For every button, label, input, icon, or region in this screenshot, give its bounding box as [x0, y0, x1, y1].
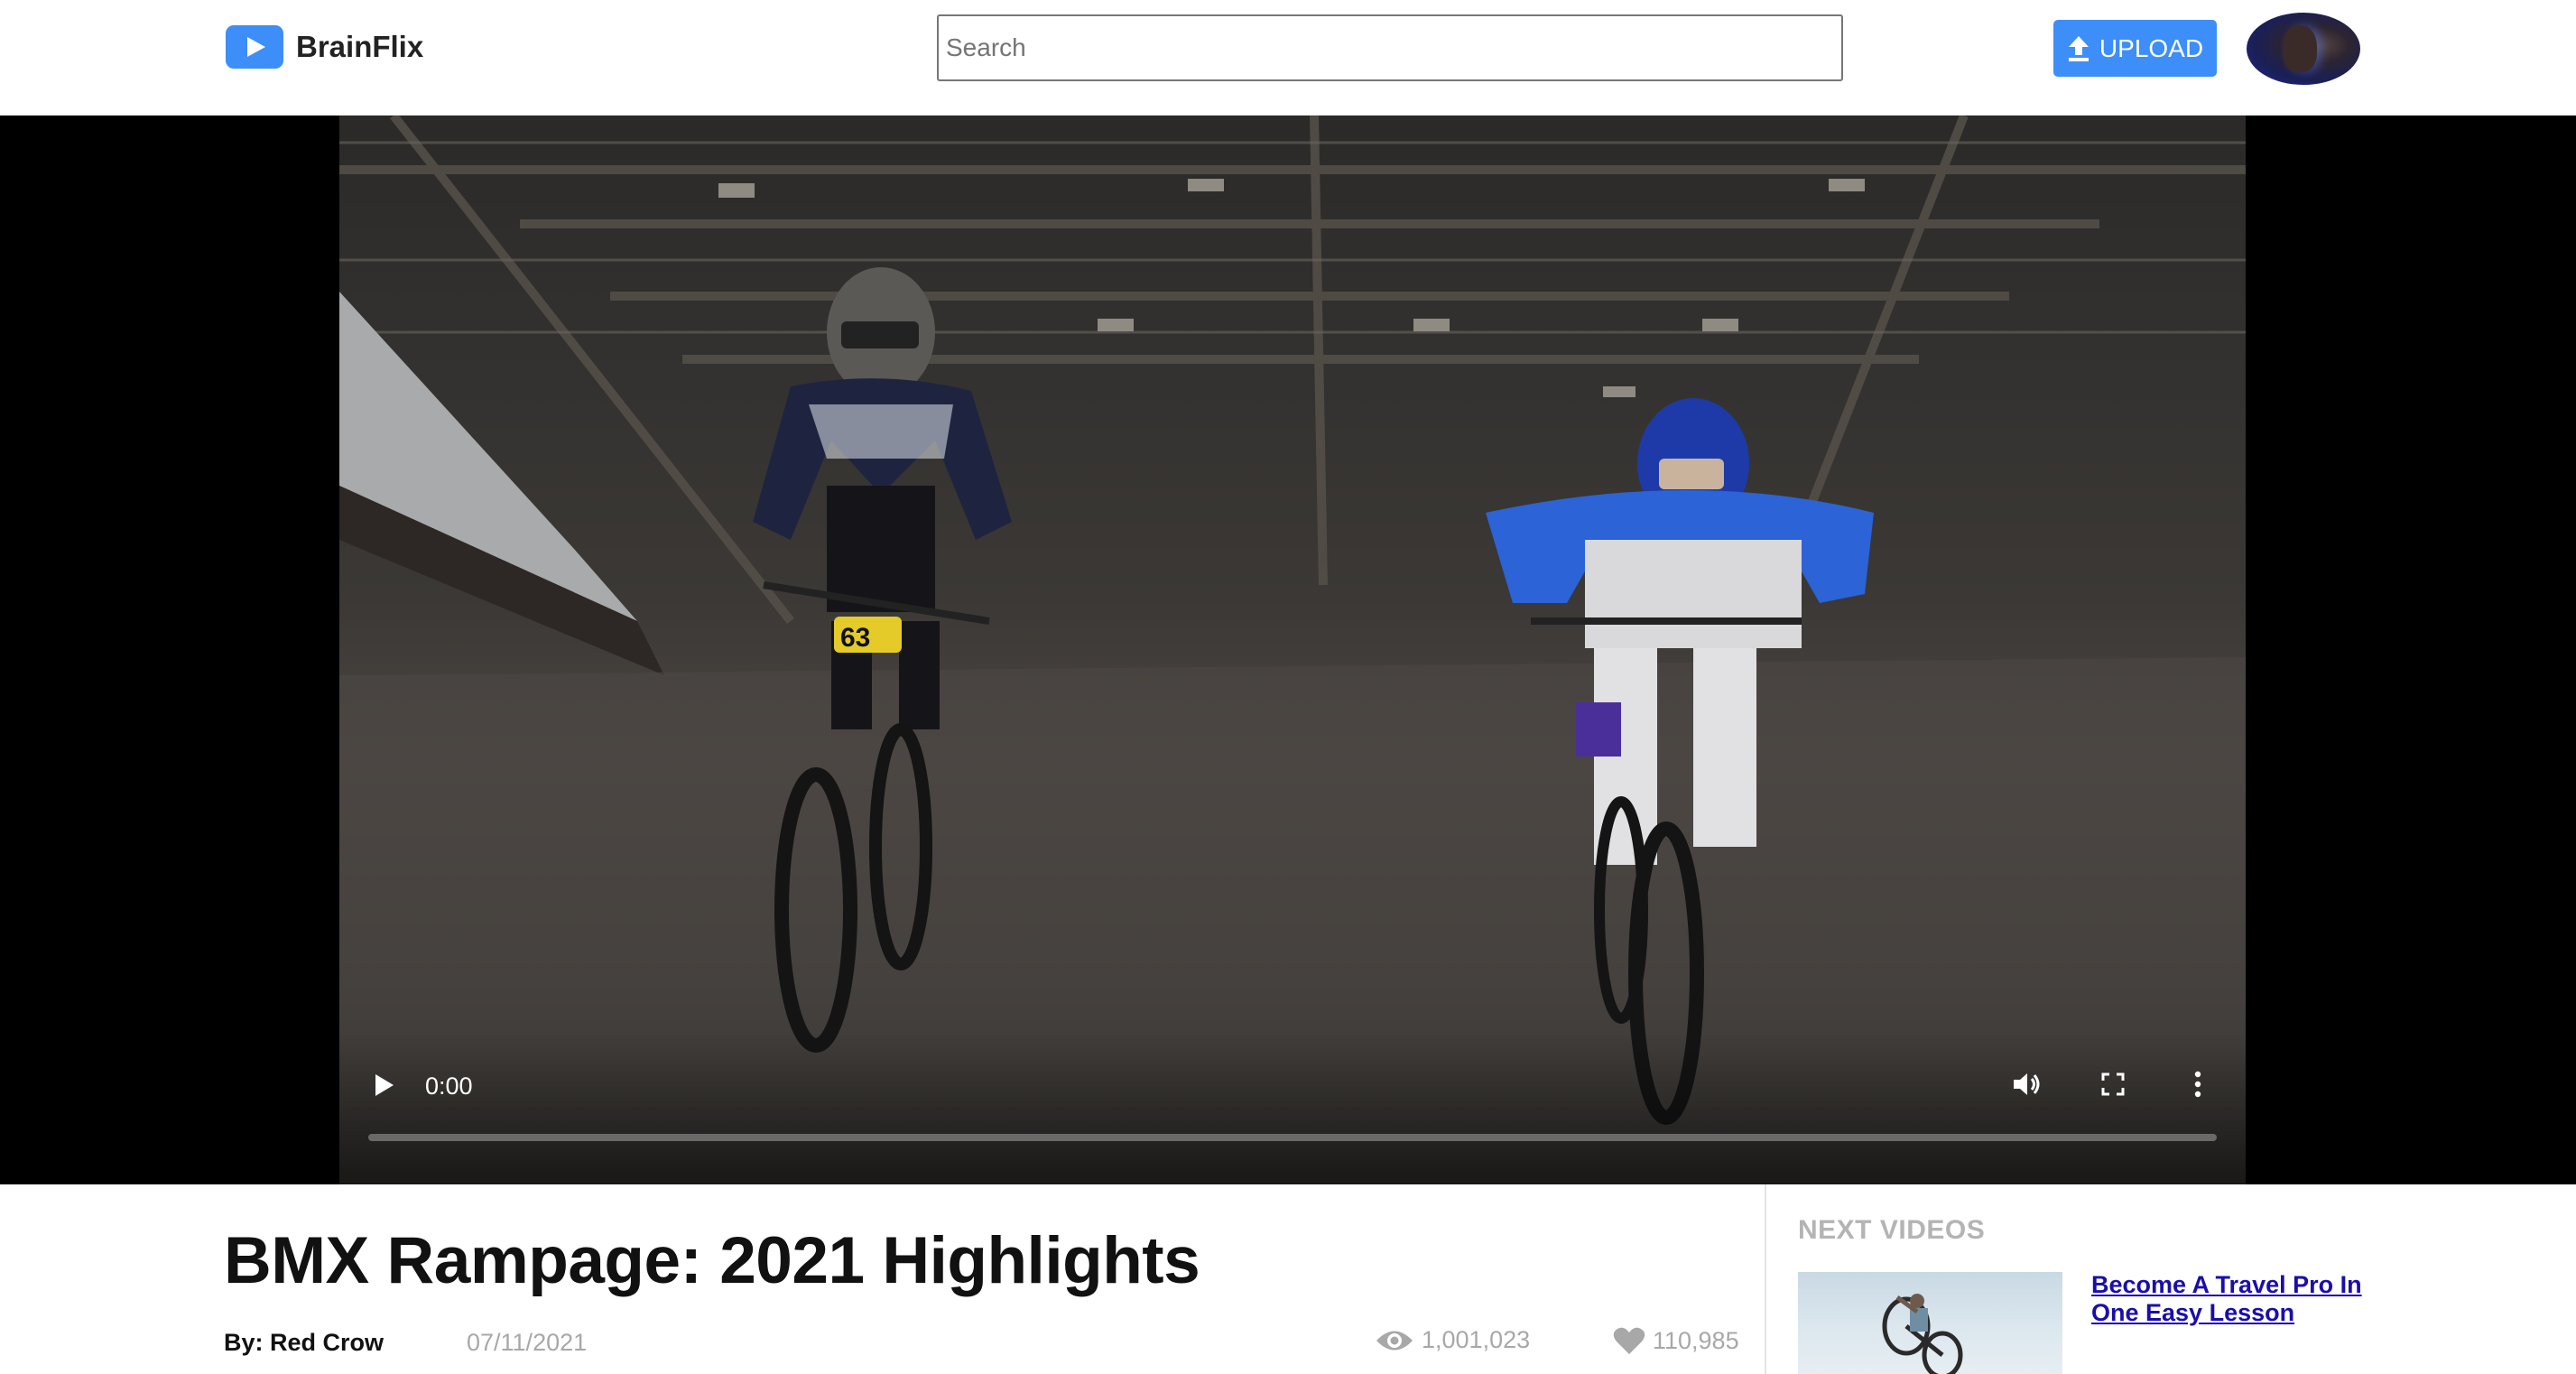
video-progress-bar[interactable]: [368, 1134, 2217, 1141]
next-video-thumbnail[interactable]: [1798, 1272, 2062, 1374]
next-videos-heading: NEXT VIDEOS: [1798, 1215, 1986, 1245]
video-author: By: Red Crow: [224, 1329, 385, 1356]
like-count[interactable]: 110,985: [1613, 1326, 1739, 1355]
video-title: BMX Rampage: 2021 Highlights: [224, 1224, 1200, 1297]
upload-label: UPLOAD: [2099, 33, 2204, 62]
video-date: 07/11/2021: [467, 1329, 588, 1356]
video-player-band: 63 0:00: [0, 116, 2576, 1184]
view-count: 1,001,023: [1375, 1326, 1530, 1354]
like-count-value: 110,985: [1653, 1326, 1739, 1354]
fullscreen-icon[interactable]: [2101, 1072, 2125, 1096]
video-player[interactable]: 63 0:00: [339, 116, 2246, 1184]
current-time: 0:00: [425, 1072, 473, 1100]
top-header: BrainFlix UPLOAD: [0, 0, 2576, 116]
video-poster-image: 63: [339, 116, 2246, 1184]
app-name: BrainFlix: [296, 30, 424, 63]
heart-icon: [1613, 1327, 1645, 1354]
section-divider: [1765, 1184, 1766, 1374]
upload-button[interactable]: UPLOAD: [2053, 20, 2217, 77]
logo-play-icon: [226, 25, 283, 69]
eye-icon: [1376, 1331, 1413, 1350]
volume-icon[interactable]: [2012, 1071, 2043, 1098]
upload-icon: [2068, 35, 2089, 61]
controls-overlay: [339, 1031, 2246, 1184]
view-count-value: 1,001,023: [1422, 1326, 1531, 1353]
brainflix-logo[interactable]: BrainFlix: [226, 25, 423, 69]
next-video-title-link[interactable]: Become A Travel Pro In One Easy Lesson: [2091, 1271, 2389, 1327]
search-input[interactable]: [937, 14, 1843, 81]
more-options-icon[interactable]: [2194, 1071, 2201, 1098]
plate-number: 63: [840, 623, 870, 653]
video-details-section: BMX Rampage: 2021 Highlights By: Red Cro…: [0, 1184, 2576, 1374]
play-icon[interactable]: [375, 1074, 394, 1096]
user-avatar[interactable]: [2247, 13, 2360, 85]
